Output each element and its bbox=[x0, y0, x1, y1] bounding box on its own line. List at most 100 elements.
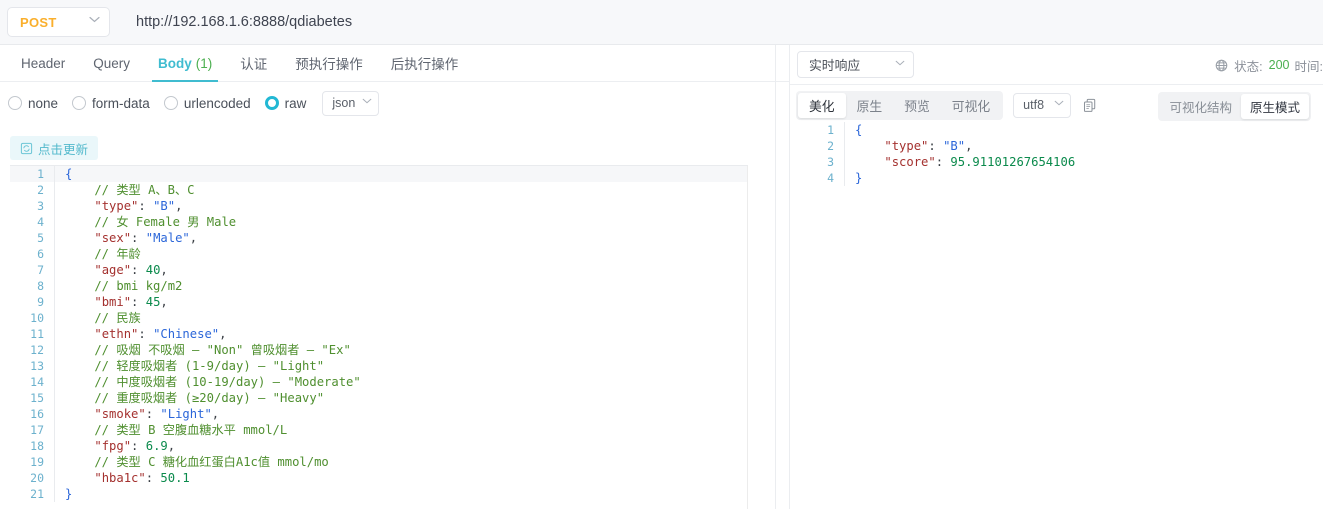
line-number: 11 bbox=[30, 327, 44, 341]
code-text: "hba1c": 50.1 bbox=[94, 471, 190, 485]
tab-body-count: (1) bbox=[195, 55, 213, 71]
time-label: 时间: bbox=[1294, 59, 1323, 74]
line-number: 19 bbox=[30, 455, 44, 469]
line-number: 13 bbox=[30, 359, 44, 373]
line-number: 18 bbox=[30, 439, 44, 453]
status-code: 200 bbox=[1268, 58, 1290, 72]
code-line: 1{ bbox=[10, 166, 748, 182]
radio-raw[interactable]: raw bbox=[264, 95, 307, 111]
line-number: 7 bbox=[37, 263, 44, 277]
tab-header[interactable]: Header bbox=[7, 45, 79, 82]
tab-pre-request[interactable]: 预执行操作 bbox=[281, 45, 377, 82]
request-body-editor[interactable]: 1{2 // 类型 A、B、C 3 "type": "B", 4 // 女 Fema… bbox=[10, 165, 748, 509]
code-line: 15 // 重度吸烟者 (≥20/day) — "Heavy" bbox=[10, 390, 748, 406]
line-number: 1 bbox=[37, 167, 44, 181]
response-view-preview[interactable]: 预览 bbox=[893, 93, 941, 118]
code-text: // 类型 A、B、C bbox=[65, 183, 195, 197]
response-view-beautify[interactable]: 美化 bbox=[798, 92, 846, 118]
content-type-value: json bbox=[332, 96, 356, 110]
code-text: "fpg": 6.9, bbox=[94, 439, 176, 453]
update-button-label: 点击更新 bbox=[38, 142, 89, 157]
code-text: } bbox=[855, 171, 863, 185]
response-source-value: 实时响应 bbox=[809, 58, 861, 73]
code-text: { bbox=[855, 123, 863, 137]
content-type-select[interactable]: json bbox=[322, 90, 380, 116]
mode-visual-structure[interactable]: 可视化结构 bbox=[1160, 94, 1241, 119]
code-text: // 重度吸烟者 (≥20/day) — "Heavy" bbox=[65, 391, 325, 405]
panel-divider bbox=[775, 45, 776, 509]
code-text: // 类型 B 空腹血糖水平 mmol/L bbox=[65, 423, 288, 437]
code-line: 14 // 中度吸烟者 (10-19/day) — "Moderate" bbox=[10, 374, 748, 390]
code-text: // 年龄 bbox=[65, 247, 141, 261]
code-line: 1{ bbox=[800, 122, 1313, 138]
tab-label: Body bbox=[158, 55, 192, 71]
code-text: { bbox=[65, 167, 73, 181]
response-source-select[interactable]: 实时响应 bbox=[797, 51, 914, 78]
request-editor-scrollbar[interactable] bbox=[747, 166, 748, 509]
radio-none[interactable]: none bbox=[8, 96, 58, 111]
code-line: 7 "age": 40, bbox=[10, 262, 748, 278]
tab-body[interactable]: Body (1) bbox=[144, 45, 226, 82]
url-bar: POST http://192.168.1.6:8888/qdiabetes bbox=[0, 0, 1323, 45]
code-line: 2 "type": "B", bbox=[800, 138, 1313, 154]
code-text: "age": 40, bbox=[94, 263, 168, 277]
status-label: 状态: bbox=[1234, 59, 1263, 74]
encoding-value: utf8 bbox=[1023, 98, 1045, 112]
radio-icon bbox=[8, 96, 22, 110]
panel-divider-2 bbox=[789, 45, 790, 509]
code-text: // 中度吸烟者 (10-19/day) — "Moderate" bbox=[65, 375, 361, 389]
line-number: 8 bbox=[37, 279, 44, 293]
code-line: 19 // 类型 C 糖化血红蛋白A1c值 mmol/mo bbox=[10, 454, 748, 470]
code-text: // 民族 bbox=[65, 311, 141, 325]
code-line: 11 "ethn": "Chinese", bbox=[10, 326, 748, 342]
mode-raw[interactable]: 原生模式 bbox=[1240, 94, 1309, 119]
tab-label: 预执行操作 bbox=[295, 57, 363, 72]
refresh-doc-icon bbox=[20, 142, 33, 155]
api-client-window: POST http://192.168.1.6:8888/qdiabetes H… bbox=[0, 0, 1323, 509]
response-view-raw[interactable]: 原生 bbox=[846, 93, 894, 118]
code-text: // 类型 C 糖化血红蛋白A1c值 mmol/mo bbox=[65, 455, 329, 469]
http-method-select[interactable]: POST bbox=[7, 7, 110, 37]
code-text: "smoke": "Light", bbox=[94, 407, 220, 421]
radio-label: none bbox=[28, 95, 59, 111]
code-line: 3 "score": 95.91101267654106 bbox=[800, 154, 1313, 170]
tab-auth[interactable]: 认证 bbox=[226, 45, 281, 82]
code-line: 16 "smoke": "Light", bbox=[10, 406, 748, 422]
line-number: 2 bbox=[37, 183, 44, 197]
line-number: 1 bbox=[827, 123, 834, 137]
response-header: 实时响应 状态: 200 时间: bbox=[790, 45, 1323, 85]
update-button[interactable]: 点击更新 bbox=[10, 136, 99, 160]
code-text: "score": 95.91101267654106 bbox=[884, 155, 1076, 169]
code-line: 17 // 类型 B 空腹血糖水平 mmol/L bbox=[10, 422, 748, 438]
code-line: 8 // bmi kg/m2 bbox=[10, 278, 748, 294]
code-text: // 女 Female 男 Male bbox=[65, 215, 237, 229]
response-body-editor[interactable]: 1{2 "type": "B", 3 "score": 95.9110126765… bbox=[800, 122, 1313, 509]
line-number: 20 bbox=[30, 471, 44, 485]
radio-icon bbox=[163, 96, 178, 110]
code-text: "sex": "Male", bbox=[94, 231, 198, 245]
code-line: 9 "bmi": 45, bbox=[10, 294, 748, 310]
line-number: 3 bbox=[827, 155, 834, 169]
body-type-row: none form-data urlencoded raw json bbox=[0, 82, 775, 124]
response-view-visual[interactable]: 可视化 bbox=[941, 93, 1001, 118]
radio-form-data[interactable]: form-data bbox=[72, 96, 150, 111]
chevron-down-icon bbox=[1054, 99, 1064, 109]
url-input[interactable]: http://192.168.1.6:8888/qdiabetes bbox=[136, 14, 352, 30]
copy-icon[interactable] bbox=[1083, 98, 1098, 113]
line-number: 4 bbox=[827, 171, 834, 185]
response-toolbar: 美化 原生 预览 可视化 utf8 bbox=[796, 90, 1098, 120]
code-text: "ethn": "Chinese", bbox=[94, 327, 227, 341]
encoding-select[interactable]: utf8 bbox=[1013, 92, 1072, 118]
radio-icon-selected bbox=[264, 96, 279, 110]
radio-label: raw bbox=[284, 95, 307, 111]
radio-urlencoded[interactable]: urlencoded bbox=[163, 95, 251, 111]
tab-post-request[interactable]: 后执行操作 bbox=[377, 45, 473, 82]
line-number: 21 bbox=[30, 487, 44, 501]
tab-query[interactable]: Query bbox=[79, 45, 144, 82]
globe-icon bbox=[1215, 59, 1228, 72]
radio-label: urlencoded bbox=[183, 95, 251, 111]
code-line: 6 // 年龄 bbox=[10, 246, 748, 262]
tab-label: Header bbox=[21, 55, 66, 71]
code-text: // bmi kg/m2 bbox=[65, 279, 183, 293]
tab-label: Query bbox=[93, 55, 131, 71]
